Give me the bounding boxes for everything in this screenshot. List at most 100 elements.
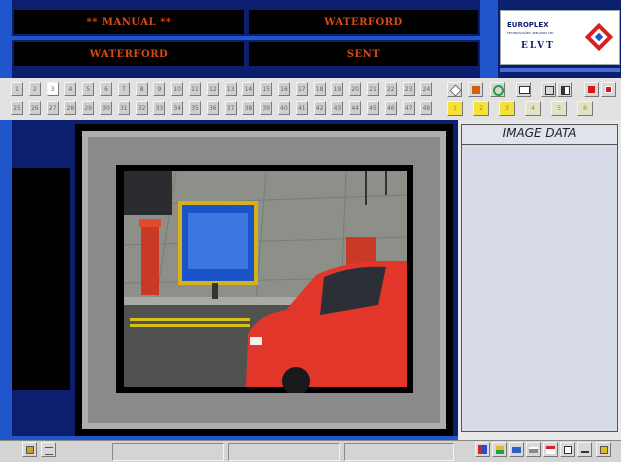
camera-button-25[interactable]: 25 — [11, 101, 23, 115]
logo-brand: EUROPLEX — [507, 21, 549, 29]
header-right-stripe — [480, 0, 498, 78]
save-button[interactable] — [22, 442, 37, 457]
camera-button-17[interactable]: 17 — [295, 82, 308, 96]
print-icon — [529, 447, 538, 453]
camera-button-18[interactable]: 18 — [313, 82, 326, 96]
refresh-icon — [493, 85, 504, 96]
camera-button-35[interactable]: 35 — [189, 101, 201, 115]
camera-button-24[interactable]: 24 — [420, 82, 433, 96]
camera-button-32[interactable]: 32 — [135, 101, 148, 115]
camera-button-8[interactable]: 8 — [135, 82, 148, 96]
mail-button[interactable] — [516, 82, 531, 97]
split-view-button[interactable] — [557, 82, 572, 97]
stop-red-icon — [588, 86, 595, 93]
view-single-icon — [545, 86, 554, 95]
cube-button[interactable] — [468, 82, 483, 97]
camera-button-1[interactable]: 1 — [11, 82, 23, 96]
settings-icon — [45, 447, 53, 455]
eraser-button[interactable] — [447, 82, 462, 97]
quick-button-row2-6[interactable]: 6 — [577, 101, 593, 116]
camera-button-29[interactable]: 29 — [82, 101, 95, 115]
sign-post — [212, 283, 218, 299]
logo-product: ELVT — [521, 41, 555, 51]
cube-icon — [472, 86, 480, 94]
refresh-button[interactable] — [490, 82, 505, 97]
camera-button-3[interactable]: 3 — [46, 82, 59, 96]
dark-vehicle — [124, 171, 172, 215]
quick-button-row2-2[interactable]: 2 — [473, 101, 489, 116]
camera-button-44[interactable]: 44 — [349, 101, 362, 115]
camera-button-47[interactable]: 47 — [402, 101, 415, 115]
network-button[interactable] — [475, 442, 490, 457]
camera-button-20[interactable]: 20 — [349, 82, 362, 96]
camera-button-6[interactable]: 6 — [100, 82, 112, 96]
header-divider — [12, 36, 480, 40]
mode-label: ** MANUAL ** — [14, 10, 244, 34]
camera-button-4[interactable]: 4 — [64, 82, 77, 96]
camera-button-11[interactable]: 11 — [189, 82, 201, 96]
camera-button-39[interactable]: 39 — [260, 101, 273, 115]
site-name-bottom: WATERFORD — [14, 42, 244, 66]
exit-button[interactable] — [596, 442, 611, 457]
settings-button[interactable] — [41, 442, 56, 457]
camera-button-46[interactable]: 46 — [384, 101, 397, 115]
single-view-button[interactable] — [541, 82, 556, 97]
camera-button-13[interactable]: 13 — [224, 82, 237, 96]
camera-button-38[interactable]: 38 — [242, 101, 255, 115]
camera-button-33[interactable]: 33 — [153, 101, 166, 115]
quick-button-row2-5[interactable]: 5 — [551, 101, 567, 116]
camera-button-21[interactable]: 21 — [367, 82, 379, 96]
stop-button[interactable] — [584, 82, 599, 97]
window-button[interactable] — [560, 442, 575, 457]
camera-button-30[interactable]: 30 — [100, 101, 112, 115]
chart-icon — [496, 446, 504, 454]
status-field-3 — [344, 443, 454, 461]
camera-button-36[interactable]: 36 — [206, 101, 219, 115]
quick-button-row2-3[interactable]: 3 — [499, 101, 515, 116]
logo-emblem-icon — [584, 22, 614, 52]
camera-button-37[interactable]: 37 — [224, 101, 237, 115]
left-monitor-panel — [12, 168, 70, 390]
camera-button-16[interactable]: 16 — [278, 82, 290, 96]
camera-button-45[interactable]: 45 — [367, 101, 379, 115]
camera-button-2[interactable]: 2 — [28, 82, 41, 96]
camera-button-34[interactable]: 34 — [171, 101, 184, 115]
record-button[interactable] — [601, 82, 616, 97]
chart-button[interactable] — [492, 442, 507, 457]
camera-button-9[interactable]: 9 — [153, 82, 166, 96]
road-line — [130, 324, 250, 327]
camera-button-31[interactable]: 31 — [117, 101, 130, 115]
header-left-stripe — [0, 0, 12, 78]
camera-button-5[interactable]: 5 — [82, 82, 95, 96]
view-split-icon — [561, 86, 570, 95]
road-line — [130, 318, 250, 321]
quick-button-row2-1[interactable]: 1 — [447, 101, 463, 116]
camera-button-43[interactable]: 43 — [331, 101, 344, 115]
camera-button-27[interactable]: 27 — [46, 101, 59, 115]
camera-button-40[interactable]: 40 — [278, 101, 290, 115]
minimize-button[interactable] — [577, 442, 592, 457]
camera-button-22[interactable]: 22 — [384, 82, 397, 96]
site-name-top: WATERFORD — [249, 10, 478, 34]
camera-button-48[interactable]: 48 — [420, 101, 433, 115]
calendar-icon — [546, 446, 555, 454]
image-data-content — [461, 144, 618, 432]
camera-snapshot-button[interactable] — [509, 442, 524, 457]
camera-button-28[interactable]: 28 — [64, 101, 77, 115]
camera-button-23[interactable]: 23 — [402, 82, 415, 96]
bollard-top — [139, 219, 161, 227]
camera-button-19[interactable]: 19 — [331, 82, 344, 96]
camera-icon — [512, 447, 521, 453]
camera-button-14[interactable]: 14 — [242, 82, 255, 96]
camera-button-41[interactable]: 41 — [295, 101, 308, 115]
camera-button-42[interactable]: 42 — [313, 101, 326, 115]
image-data-title: IMAGE DATA — [502, 126, 577, 140]
calendar-button[interactable] — [543, 442, 558, 457]
camera-button-26[interactable]: 26 — [28, 101, 41, 115]
camera-button-12[interactable]: 12 — [206, 82, 219, 96]
print-button[interactable] — [526, 442, 541, 457]
quick-button-row2-4[interactable]: 4 — [525, 101, 541, 116]
camera-button-7[interactable]: 7 — [117, 82, 130, 96]
camera-button-10[interactable]: 10 — [171, 82, 184, 96]
camera-button-15[interactable]: 15 — [260, 82, 273, 96]
